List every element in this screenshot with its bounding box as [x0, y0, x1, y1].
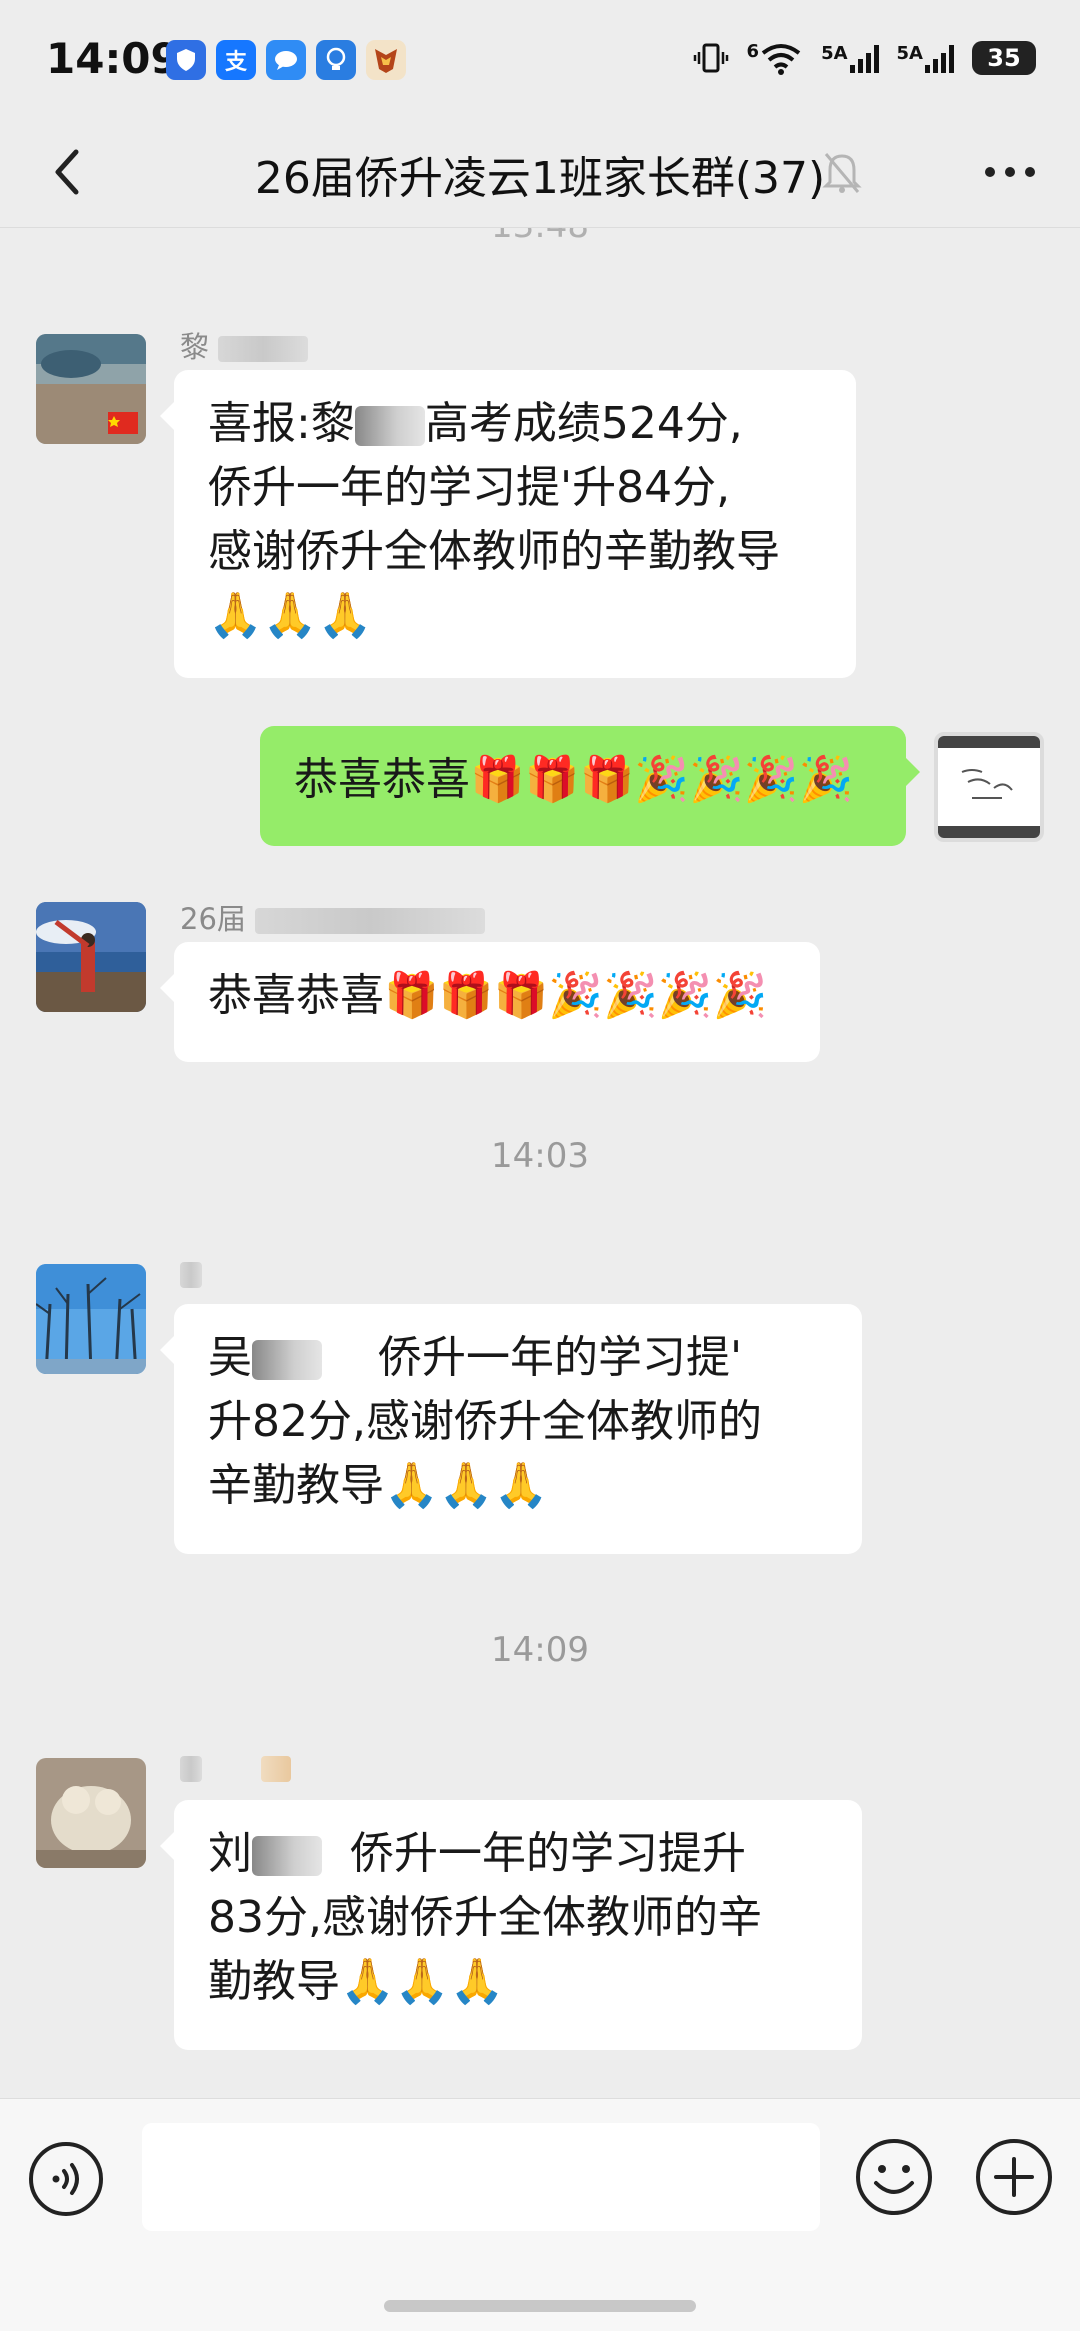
timestamp: 13:48: [0, 228, 1080, 246]
message-bubble[interactable]: 刘 侨升一年的学习提升 83分,感谢侨升全体教师的辛 勤教导🙏🙏🙏: [160, 1800, 862, 2050]
message-line: 🙏🙏🙏: [208, 590, 373, 641]
message-text: 吴: [208, 1332, 252, 1383]
battery-indicator: 35: [972, 41, 1036, 75]
gesture-bar-area: [0, 2258, 1080, 2331]
voice-input-icon[interactable]: [26, 2139, 106, 2219]
signal-strength-icon-1: [849, 43, 879, 73]
redacted-name: [180, 1262, 202, 1288]
my-message-bubble[interactable]: 恭喜恭喜🎁🎁🎁🎉🎉🎉🎉: [260, 726, 920, 846]
status-time: 14:09: [46, 34, 180, 83]
game-app-icon: [366, 40, 406, 80]
message-line: 勤教导🙏🙏🙏: [208, 1956, 505, 2007]
alipay-glyph: 支: [224, 50, 247, 75]
message-input[interactable]: [142, 2123, 820, 2231]
message-line: 吴 侨升一年的学习提': [208, 1326, 828, 1390]
timestamp: 14:03: [491, 1136, 589, 1176]
shield-app-icon: [166, 40, 206, 80]
redacted-text: [252, 1340, 322, 1380]
sender-name-text: 黎: [180, 330, 210, 364]
message-line: 喜报:黎 高考成绩524分,: [208, 392, 822, 456]
message-line: 83分,感谢侨升全体教师的辛: [208, 1892, 762, 1943]
my-avatar[interactable]: [934, 732, 1044, 842]
input-bar: [0, 2098, 1080, 2258]
message-list[interactable]: 13:48 黎 喜报:黎 高考成绩524分, 侨升一年的学习提'升84分, 感谢侨…: [0, 228, 1080, 2098]
redacted-name: [218, 336, 309, 362]
avatar[interactable]: [36, 1758, 146, 1868]
chat-bubble-app-icon: [266, 40, 306, 80]
lightbulb-app-icon: [316, 40, 356, 80]
sender-name: 26届: [180, 896, 486, 938]
emoji-icon[interactable]: [852, 2135, 936, 2219]
chat-header: 26届侨升凌云1班家长群(37): [0, 120, 1080, 228]
wifi-icon: [761, 44, 801, 75]
message-text: 喜报:黎: [208, 398, 355, 449]
avatar[interactable]: [36, 334, 146, 444]
message-line: 感谢侨升全体教师的辛勤教导: [208, 526, 780, 577]
signal-strength-icon-2: [925, 43, 954, 73]
home-indicator[interactable]: [384, 2300, 696, 2312]
message-line: 升82分,感谢侨升全体教师的: [208, 1396, 762, 1447]
message-bubble[interactable]: 喜报:黎 高考成绩524分, 侨升一年的学习提'升84分, 感谢侨升全体教师的辛勤…: [160, 370, 856, 678]
message-text: 侨升一年的学习提': [377, 1332, 743, 1383]
signal-label-2: 5A: [896, 43, 923, 64]
signal-label-1: 5A: [821, 43, 848, 64]
message-text: 侨升一年的学习提升: [349, 1828, 746, 1879]
network-type-label: 6: [746, 41, 760, 62]
back-arrow-icon[interactable]: [38, 142, 98, 202]
message-text: 恭喜恭喜🎁🎁🎁🎉🎉🎉🎉: [208, 970, 768, 1021]
sender-name: 黎: [180, 324, 309, 366]
redacted-name: [255, 908, 486, 934]
message-line: 刘 侨升一年的学习提升: [208, 1822, 828, 1886]
redacted-name: [261, 1756, 292, 1782]
redacted-text: [252, 1836, 322, 1876]
message-text: 高考成绩524分,: [424, 398, 743, 449]
more-options-icon[interactable]: [980, 152, 1040, 192]
message-line: 侨升一年的学习提'升84分,: [208, 462, 731, 513]
message-text: 恭喜恭喜🎁🎁🎁🎉🎉🎉🎉: [294, 754, 854, 805]
vibrate-icon: [693, 43, 728, 73]
avatar[interactable]: [36, 902, 146, 1012]
message-bubble[interactable]: 吴 侨升一年的学习提' 升82分,感谢侨升全体教师的 辛勤教导🙏🙏🙏: [160, 1304, 862, 1554]
notification-icons: 支: [166, 40, 406, 80]
message-line: 辛勤教导🙏🙏🙏: [208, 1460, 549, 1511]
sender-name-text: 26届: [180, 902, 246, 936]
redacted-name: [180, 1756, 202, 1782]
chat-title: 26届侨升凌云1班家长群(37): [254, 153, 826, 204]
alipay-icon: 支: [216, 40, 256, 80]
sender-name: [180, 1750, 292, 1784]
system-status-icons: 6 5A 5A 35: [693, 40, 1036, 76]
status-bar: 14:09 支 6 5A 5A 35: [0, 0, 1080, 120]
message-text: 刘: [208, 1828, 252, 1879]
message-bubble[interactable]: 恭喜恭喜🎁🎁🎁🎉🎉🎉🎉: [160, 942, 820, 1062]
sender-name: [180, 1256, 202, 1290]
redacted-text: [354, 406, 425, 446]
plus-icon[interactable]: [972, 2135, 1056, 2219]
muted-bell-icon: [822, 153, 862, 193]
avatar[interactable]: [36, 1264, 146, 1374]
timestamp: 14:09: [491, 1630, 589, 1670]
